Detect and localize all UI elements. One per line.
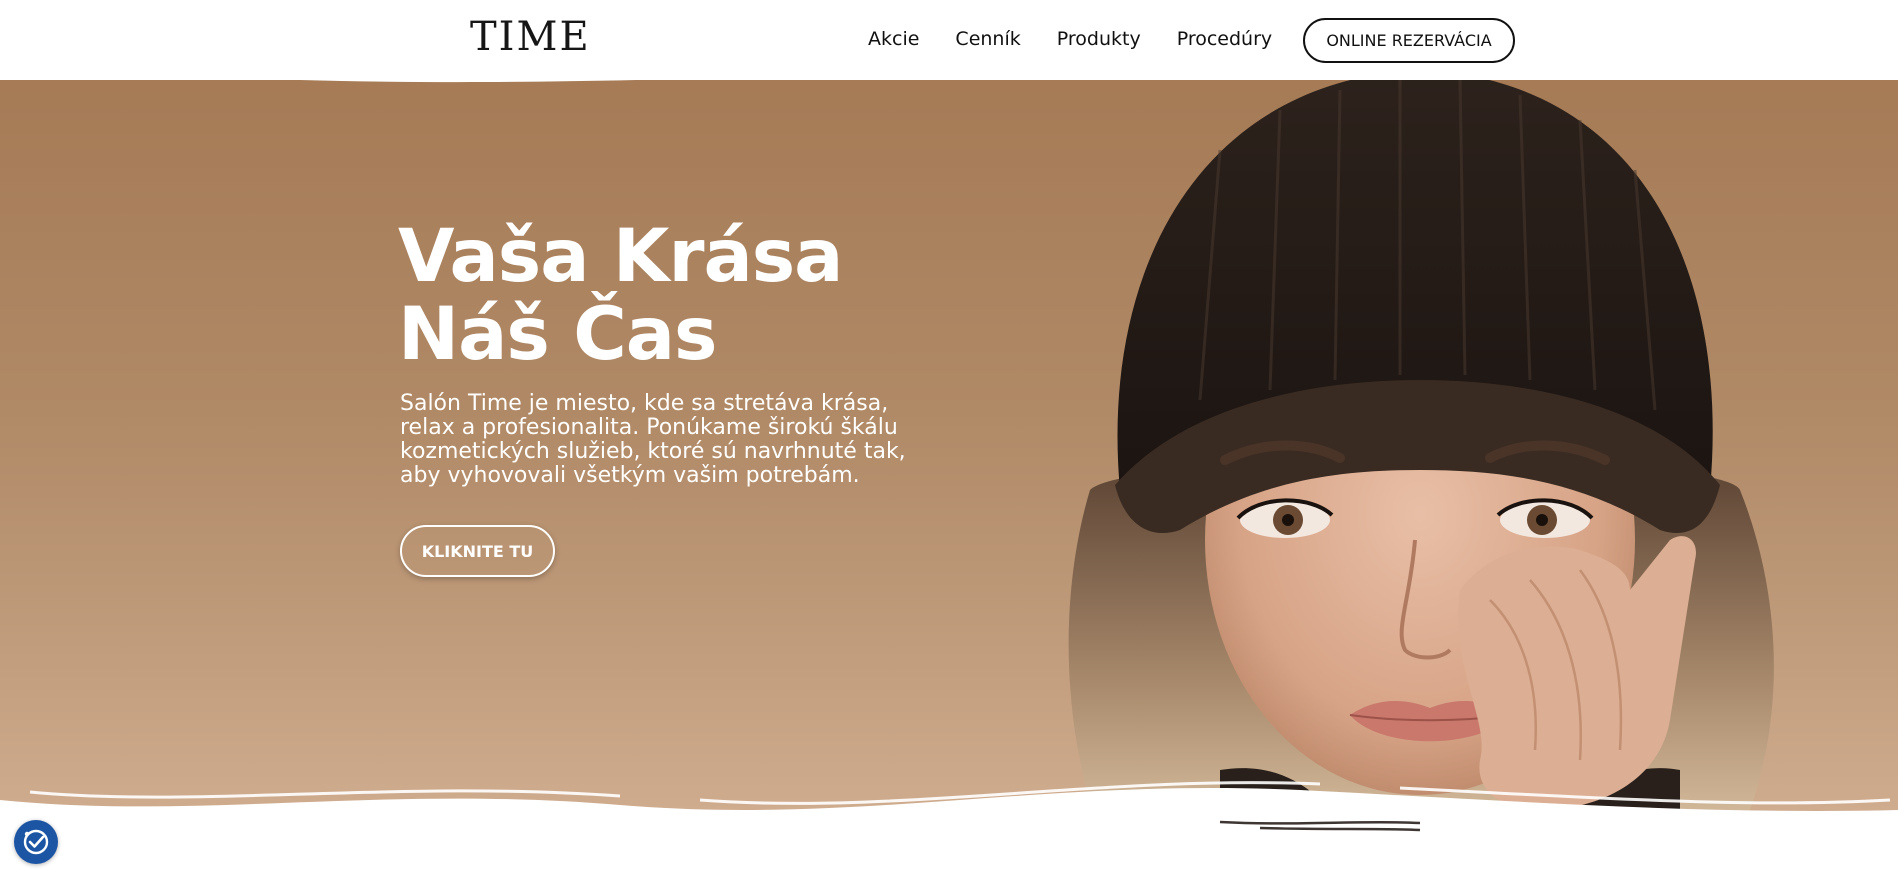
- hero-portrait-image: [1068, 70, 1774, 835]
- hero-title-line-1: Vaša Krása: [398, 214, 843, 299]
- accessibility-check-icon: [23, 829, 49, 855]
- hero-section: Vaša Krása Náš Čas Salón Time je miesto,…: [0, 60, 1898, 835]
- hero-title: Vaša Krása Náš Čas: [398, 214, 843, 377]
- site-header: TIME Akcie Cenník Produkty Procedúry ONL…: [0, 0, 1898, 80]
- nav-link-akcie[interactable]: Akcie: [868, 28, 919, 50]
- online-reservation-button[interactable]: ONLINE REZERVÁCIA: [1303, 18, 1515, 63]
- hero-subtitle-line: Salón Time je miesto, kde sa stretáva kr…: [400, 391, 889, 416]
- hero-subtitle-line: relax a profesionalita. Ponúkame širokú …: [400, 415, 898, 440]
- accessibility-button[interactable]: [14, 820, 58, 864]
- nav-link-cennik[interactable]: Cenník: [955, 28, 1020, 50]
- hero-cta-button[interactable]: KLIKNITE TU: [400, 525, 555, 577]
- hero-title-line-2: Náš Čas: [398, 292, 718, 377]
- hero-subtitle-line: aby vyhovovali všetkým vašim potrebám.: [400, 463, 860, 488]
- logo[interactable]: TIME: [470, 14, 591, 60]
- nav-link-produkty[interactable]: Produkty: [1057, 28, 1141, 50]
- nav-link-procedury[interactable]: Procedúry: [1177, 28, 1272, 50]
- hero-subtitle: Salón Time je miesto, kde sa stretáva kr…: [400, 392, 960, 488]
- hero-bottom-wave: [0, 781, 1898, 875]
- hero-subtitle-line: kozmetických služieb, ktoré sú navrhnuté…: [400, 439, 906, 464]
- main-nav: Akcie Cenník Produkty Procedúry: [868, 28, 1308, 50]
